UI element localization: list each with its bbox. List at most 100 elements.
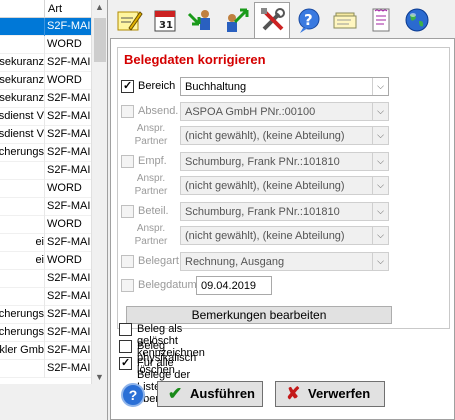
execute-button[interactable]: ✔ Ausführen <box>157 381 263 407</box>
list-row[interactable]: icherungs S2F-MAIL <box>0 324 92 342</box>
list-cell-art: S2F-MAIL <box>47 200 92 212</box>
list-row[interactable]: S2F-MAIL <box>0 162 92 180</box>
list-row[interactable]: icherungs S2F-MAIL <box>0 306 92 324</box>
belegdatum-field[interactable]: 09.04.2019 <box>196 276 272 295</box>
alle-belege-checkbox[interactable]: ✓ <box>119 357 132 370</box>
list-row[interactable]: igsdienst VS2F-MAIL <box>0 126 92 144</box>
list-row[interactable]: makler GmbS2F-MAIL <box>0 342 92 360</box>
absend-select[interactable]: ASPOA GmbH PNr.:00100 ⌵ <box>180 102 389 121</box>
tab-move-out[interactable] <box>218 2 254 36</box>
beteil-select[interactable]: Schumburg, Frank PNr.:101810 ⌵ <box>180 202 389 221</box>
document-list[interactable]: Art S2F-MAILWORDAssekuranzS2F-MAILAsseku… <box>0 0 108 420</box>
list-cell-art: S2F-MAIL <box>47 56 92 68</box>
list-cell-art: S2F-MAIL <box>47 128 92 140</box>
list-cell-name: ei <box>35 236 44 248</box>
list-cell-art: WORD <box>47 38 82 50</box>
list-row[interactable]: S2F-MAIL <box>0 198 92 216</box>
beteil-checkbox[interactable] <box>121 205 134 218</box>
globe-icon <box>405 8 429 32</box>
list-row[interactable]: AssekuranzWORD <box>0 72 92 90</box>
belegdatum-label: Belegdatum <box>138 279 197 291</box>
belegart-checkbox[interactable] <box>121 255 134 268</box>
list-row[interactable]: S2F-MAIL <box>0 18 92 36</box>
belegdatum-checkbox[interactable] <box>121 279 134 292</box>
absend-partner-label: Anspr. Partner <box>134 123 168 147</box>
help-button[interactable]: ? <box>121 383 145 407</box>
discard-button[interactable]: ✘ Verwerfen <box>275 381 385 407</box>
tab-help[interactable]: ? <box>290 2 326 36</box>
list-row[interactable]: AssekuranzS2F-MAIL <box>0 54 92 72</box>
list-row[interactable]: ei WORD <box>0 252 92 270</box>
checkmark-icon: ✔ <box>168 384 183 403</box>
beteil-partner-select[interactable]: (nicht gewählt), (keine Abteilung) ⌵ <box>180 226 389 245</box>
tab-globe[interactable] <box>398 2 434 36</box>
column-header-art[interactable]: Art <box>48 3 62 15</box>
list-row[interactable]: ei S2F-MAIL <box>0 234 92 252</box>
physikalisch-checkbox[interactable] <box>119 340 132 353</box>
chevron-down-icon[interactable]: ⌵ <box>372 78 388 95</box>
tab-tools[interactable] <box>254 2 290 40</box>
notepad-icon <box>372 8 390 32</box>
scroll-down-icon[interactable]: ▼ <box>95 372 104 382</box>
beteil-label: Beteil. <box>138 205 169 217</box>
list-cell-art: S2F-MAIL <box>47 344 92 356</box>
chevron-down-icon[interactable]: ⌵ <box>372 177 388 194</box>
tab-move-in[interactable] <box>182 2 218 36</box>
list-cell-name: icherungs <box>0 326 44 338</box>
list-footer-area <box>0 384 107 420</box>
list-cell-art: S2F-MAIL <box>47 146 92 158</box>
belegart-select[interactable]: Rechnung, Ausgang ⌵ <box>180 252 389 271</box>
tab-edit[interactable] <box>110 2 146 36</box>
absend-partner-select[interactable]: (nicht gewählt), (keine Abteilung) ⌵ <box>180 126 389 145</box>
close-icon: ✘ <box>286 384 301 403</box>
chevron-down-icon[interactable]: ⌵ <box>372 103 388 120</box>
chevron-down-icon[interactable]: ⌵ <box>372 153 388 170</box>
scroll-up-icon[interactable]: ▲ <box>95 2 104 12</box>
list-cell-art: S2F-MAIL <box>47 236 92 248</box>
list-row[interactable]: igsdienst VS2F-MAIL <box>0 108 92 126</box>
list-cell-art: WORD <box>47 218 82 230</box>
empf-partner-select[interactable]: (nicht gewählt), (keine Abteilung) ⌵ <box>180 176 389 195</box>
empf-label: Empf. <box>138 155 167 167</box>
absend-checkbox[interactable] <box>121 105 134 118</box>
list-row[interactable]: AssekuranzS2F-MAIL <box>0 90 92 108</box>
correction-panel: Belegdaten korrigieren ✓ Bereich Buchhal… <box>110 38 455 420</box>
svg-text:31: 31 <box>159 20 173 31</box>
chevron-down-icon[interactable]: ⌵ <box>372 127 388 144</box>
empf-select[interactable]: Schumburg, Frank PNr.:101810 ⌵ <box>180 152 389 171</box>
scroll-thumb[interactable] <box>94 18 106 62</box>
list-row[interactable]: WORD <box>0 36 92 54</box>
svg-text:?: ? <box>304 11 313 29</box>
tab-calendar[interactable]: 31 <box>146 2 182 36</box>
list-row[interactable]: S2F-MAIL <box>0 288 92 306</box>
geloescht-checkbox[interactable] <box>119 323 132 336</box>
chevron-down-icon[interactable]: ⌵ <box>372 227 388 244</box>
tab-documents[interactable] <box>326 2 362 36</box>
chevron-down-icon[interactable]: ⌵ <box>372 253 388 270</box>
list-row[interactable]: S2F-MAIL <box>0 270 92 288</box>
documents-icon <box>333 12 357 29</box>
list-cell-art: S2F-MAIL <box>47 362 92 374</box>
list-row[interactable]: WORD <box>0 180 92 198</box>
bereich-checkbox[interactable]: ✓ <box>121 80 134 93</box>
list-cell-art: WORD <box>47 182 82 194</box>
button-bar: ? ✔ Ausführen ✘ Verwerfen <box>111 377 454 419</box>
list-row[interactable]: S2F-MAIL <box>0 360 92 378</box>
list-cell-art: WORD <box>47 254 82 266</box>
list-cell-art: S2F-MAIL <box>47 20 92 32</box>
list-row[interactable]: WORD <box>0 216 92 234</box>
empf-checkbox[interactable] <box>121 155 134 168</box>
bereich-label: Bereich <box>138 80 176 92</box>
beteil-partner-label: Anspr. Partner <box>134 223 168 247</box>
list-row[interactable]: icherungs S2F-MAIL <box>0 144 92 162</box>
bereich-select[interactable]: Buchhaltung ⌵ <box>180 77 389 96</box>
edit-note-icon <box>117 11 143 31</box>
list-cell-name: icherungs <box>0 146 44 158</box>
checkmark-icon: ✓ <box>123 80 133 92</box>
bemerkungen-button[interactable]: Bemerkungen bearbeiten <box>126 306 392 324</box>
vertical-scrollbar[interactable]: ▲ ▼ <box>91 0 107 384</box>
list-cell-name: icherungs <box>0 308 44 320</box>
chevron-down-icon[interactable]: ⌵ <box>372 203 388 220</box>
panel-title: Belegdaten korrigieren <box>124 52 266 67</box>
tab-notepad[interactable] <box>362 2 398 36</box>
